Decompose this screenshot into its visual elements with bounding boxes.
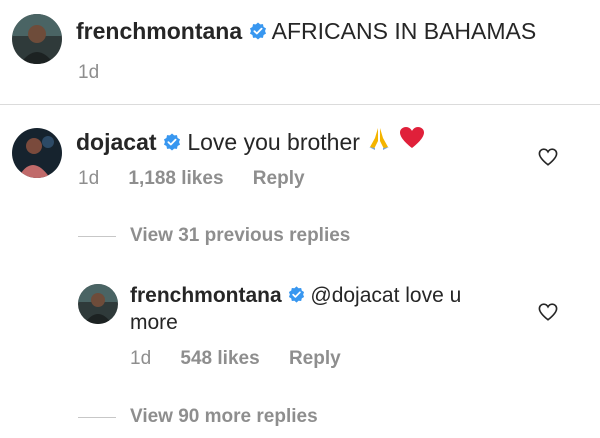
reply-author-username[interactable]: frenchmontana — [130, 284, 282, 307]
post-caption-text: AFRICANS IN BAHAMAS — [271, 18, 537, 44]
comment-line: dojacat Love you brother — [76, 125, 425, 160]
comment-meta: 1d 1,188 likes Reply — [78, 168, 329, 190]
reply-author-avatar[interactable] — [78, 284, 118, 324]
red-heart-icon — [399, 126, 425, 156]
view-more-replies-button[interactable]: View 90 more replies — [130, 406, 318, 428]
verified-badge-icon — [288, 286, 305, 303]
reply-text-line1: love u — [405, 284, 462, 307]
comment-author-username[interactable]: dojacat — [76, 129, 157, 155]
reply-like-heart-icon[interactable] — [538, 303, 558, 321]
verified-badge-icon — [249, 22, 267, 40]
folded-hands-icon — [366, 125, 392, 157]
post-timestamp: 1d — [78, 62, 100, 83]
caption-divider — [0, 104, 600, 105]
reply-reply-button[interactable]: Reply — [289, 348, 341, 369]
post-author-avatar[interactable] — [12, 14, 62, 64]
comment-text: Love you brother — [187, 129, 360, 156]
reply-text-line2: more — [130, 311, 178, 334]
reply-line-1: frenchmontana @dojacat love u — [130, 284, 461, 308]
comment-timestamp: 1d — [78, 168, 100, 189]
verified-badge-icon — [163, 133, 181, 151]
reply-mention-link[interactable]: @dojacat — [310, 284, 399, 307]
post-author-username[interactable]: frenchmontana — [76, 18, 242, 44]
view-more-line — [78, 417, 116, 418]
comment-likes-link[interactable]: 1,188 likes — [128, 168, 223, 189]
comment-like-heart-icon[interactable] — [538, 148, 558, 166]
reply-line-2: more — [130, 311, 178, 335]
comment-reply-button[interactable]: Reply — [253, 168, 305, 189]
view-previous-line — [78, 236, 116, 237]
post-caption-line: frenchmontana AFRICANS IN BAHAMAS — [76, 18, 536, 45]
view-previous-replies-button[interactable]: View 31 previous replies — [130, 225, 350, 247]
reply-timestamp: 1d — [130, 348, 152, 369]
reply-meta: 1d 548 likes Reply — [130, 348, 365, 370]
reply-likes-link[interactable]: 548 likes — [180, 348, 259, 369]
comment-author-avatar[interactable] — [12, 128, 62, 178]
